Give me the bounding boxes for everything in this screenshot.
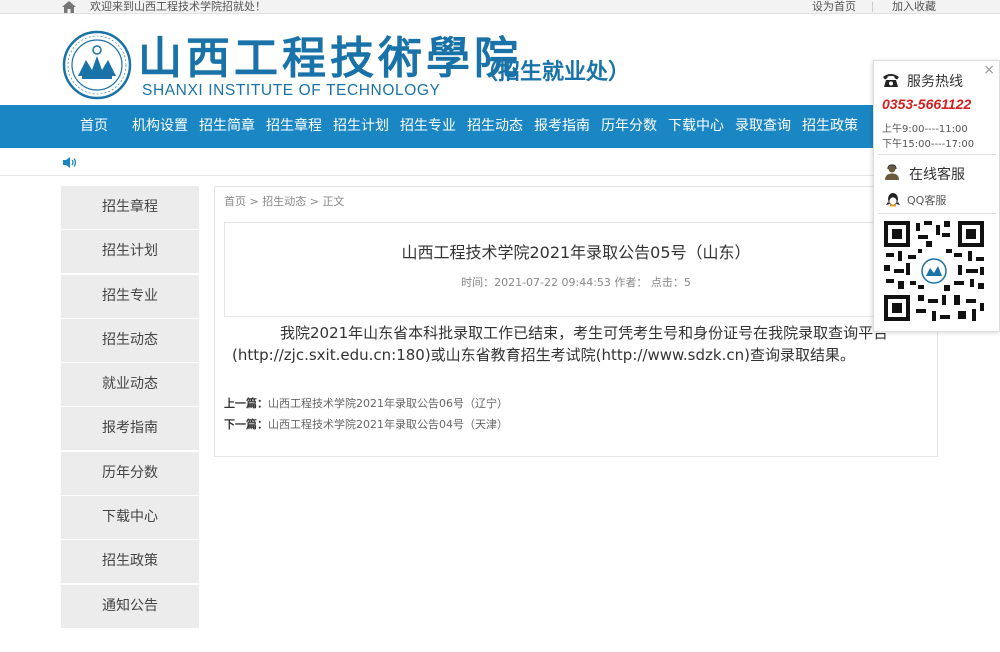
school-logo[interactable] [62, 30, 132, 100]
nav-item-organization[interactable]: 机构设置 [132, 105, 188, 148]
sidebar-item-policy[interactable]: 招生政策 [61, 540, 199, 584]
hours-morning: 上午9:00----11:00 [882, 124, 968, 135]
topbar-separator [872, 2, 873, 12]
article-header: 山西工程技术学院2021年录取公告05号（山东） 时间：2021-07-22 0… [224, 222, 928, 317]
sidebar-item-scores[interactable]: 历年分数 [61, 451, 199, 495]
next-article-link[interactable]: 山西工程技术学院2021年录取公告04号（天津） [268, 418, 508, 431]
nav-item-news[interactable]: 招生动态 [467, 105, 523, 148]
article-title: 山西工程技术学院2021年录取公告05号（山东） [401, 243, 751, 262]
sidebar-item-regulations[interactable]: 招生章程 [61, 186, 199, 229]
qq-icon[interactable] [885, 192, 901, 208]
sidebar: 招生章程 招生计划 招生专业 招生动态 就业动态 报考指南 历年分数 下载中心 … [61, 186, 199, 629]
site-header: 山西工程技術學院 SHANXI INSTITUTE OF TECHNOLOGY … [0, 14, 1000, 105]
customer-service-icon [885, 164, 899, 180]
service-float-panel: × 服务热线 0353-5661122 上午9:00----11:00 下午15… [873, 60, 1000, 332]
sidebar-item-news[interactable]: 招生动态 [61, 318, 199, 362]
sidebar-item-downloads[interactable]: 下载中心 [61, 496, 199, 540]
nav-item-brochure[interactable]: 招生简章 [199, 105, 255, 148]
nav-item-downloads[interactable]: 下载中心 [668, 105, 724, 148]
article-body: 我院2021年山东省本科批录取工作已结束，考生可凭考生号和身份证号在我院录取查询… [232, 324, 889, 364]
qq-service-link[interactable]: QQ客服 [907, 192, 946, 208]
panel-divider [878, 213, 996, 214]
speaker-icon [63, 157, 77, 168]
hotline-title: 服务热线 [907, 74, 963, 90]
top-bar: 欢迎来到山西工程技术学院招就处！ 设为首页 加入收藏 [0, 0, 1000, 14]
nav-item-home[interactable]: 首页 [80, 105, 108, 148]
prev-article: 上一篇：山西工程技术学院2021年录取公告06号（辽宁） [224, 395, 508, 411]
nav-item-guide[interactable]: 报考指南 [534, 105, 590, 148]
welcome-text: 欢迎来到山西工程技术学院招就处！ [90, 0, 266, 13]
nav-item-admission-query[interactable]: 录取查询 [735, 105, 791, 148]
next-article-label: 下一篇： [224, 418, 268, 431]
main-nav: 首页 机构设置 招生简章 招生章程 招生计划 招生专业 招生动态 报考指南 历年… [0, 105, 1000, 148]
nav-item-plan[interactable]: 招生计划 [333, 105, 389, 148]
sidebar-item-announcements[interactable]: 通知公告 [61, 584, 199, 628]
sidebar-item-majors[interactable]: 招生专业 [61, 274, 199, 318]
breadcrumb-separator: > [249, 195, 259, 208]
breadcrumb-separator: > [309, 195, 319, 208]
next-article: 下一篇：山西工程技术学院2021年录取公告04号（天津） [224, 416, 508, 432]
sidebar-item-employment[interactable]: 就业动态 [61, 363, 199, 407]
panel-divider [878, 154, 996, 155]
add-favorite-link[interactable]: 加入收藏 [892, 0, 936, 13]
breadcrumb: 首页 > 招生动态 > 正文 [224, 193, 344, 209]
prev-article-link[interactable]: 山西工程技术学院2021年录取公告06号（辽宁） [268, 397, 508, 410]
nav-item-regulations[interactable]: 招生章程 [266, 105, 322, 148]
prev-article-label: 上一篇： [224, 397, 268, 410]
nav-item-majors[interactable]: 招生专业 [400, 105, 456, 148]
nav-item-policy[interactable]: 招生政策 [802, 105, 858, 148]
set-home-link[interactable]: 设为首页 [812, 0, 856, 13]
close-icon[interactable]: × [983, 62, 995, 78]
home-icon[interactable] [62, 1, 76, 13]
phone-icon [883, 74, 899, 87]
breadcrumb-home[interactable]: 首页 [224, 195, 246, 208]
office-name: （招生就业处） [476, 59, 631, 85]
sidebar-item-plan[interactable]: 招生计划 [61, 230, 199, 274]
hours-afternoon: 下午15:00----17:00 [882, 139, 975, 150]
article-meta: 时间：2021-07-22 09:44:53 作者： 点击：5 [461, 276, 691, 289]
qr-code [882, 219, 986, 323]
hotline-phone: 0353-5661122 [882, 96, 972, 112]
notice-bar [0, 148, 1000, 176]
online-service-title: 在线客服 [909, 167, 965, 183]
nav-item-scores[interactable]: 历年分数 [601, 105, 657, 148]
school-name-chinese: 山西工程技術學院 [138, 33, 522, 84]
breadcrumb-section[interactable]: 招生动态 [262, 195, 306, 208]
sidebar-item-guide[interactable]: 报考指南 [61, 407, 199, 451]
breadcrumb-current: 正文 [322, 195, 345, 208]
school-name-english: SHANXI INSTITUTE OF TECHNOLOGY [142, 82, 441, 99]
